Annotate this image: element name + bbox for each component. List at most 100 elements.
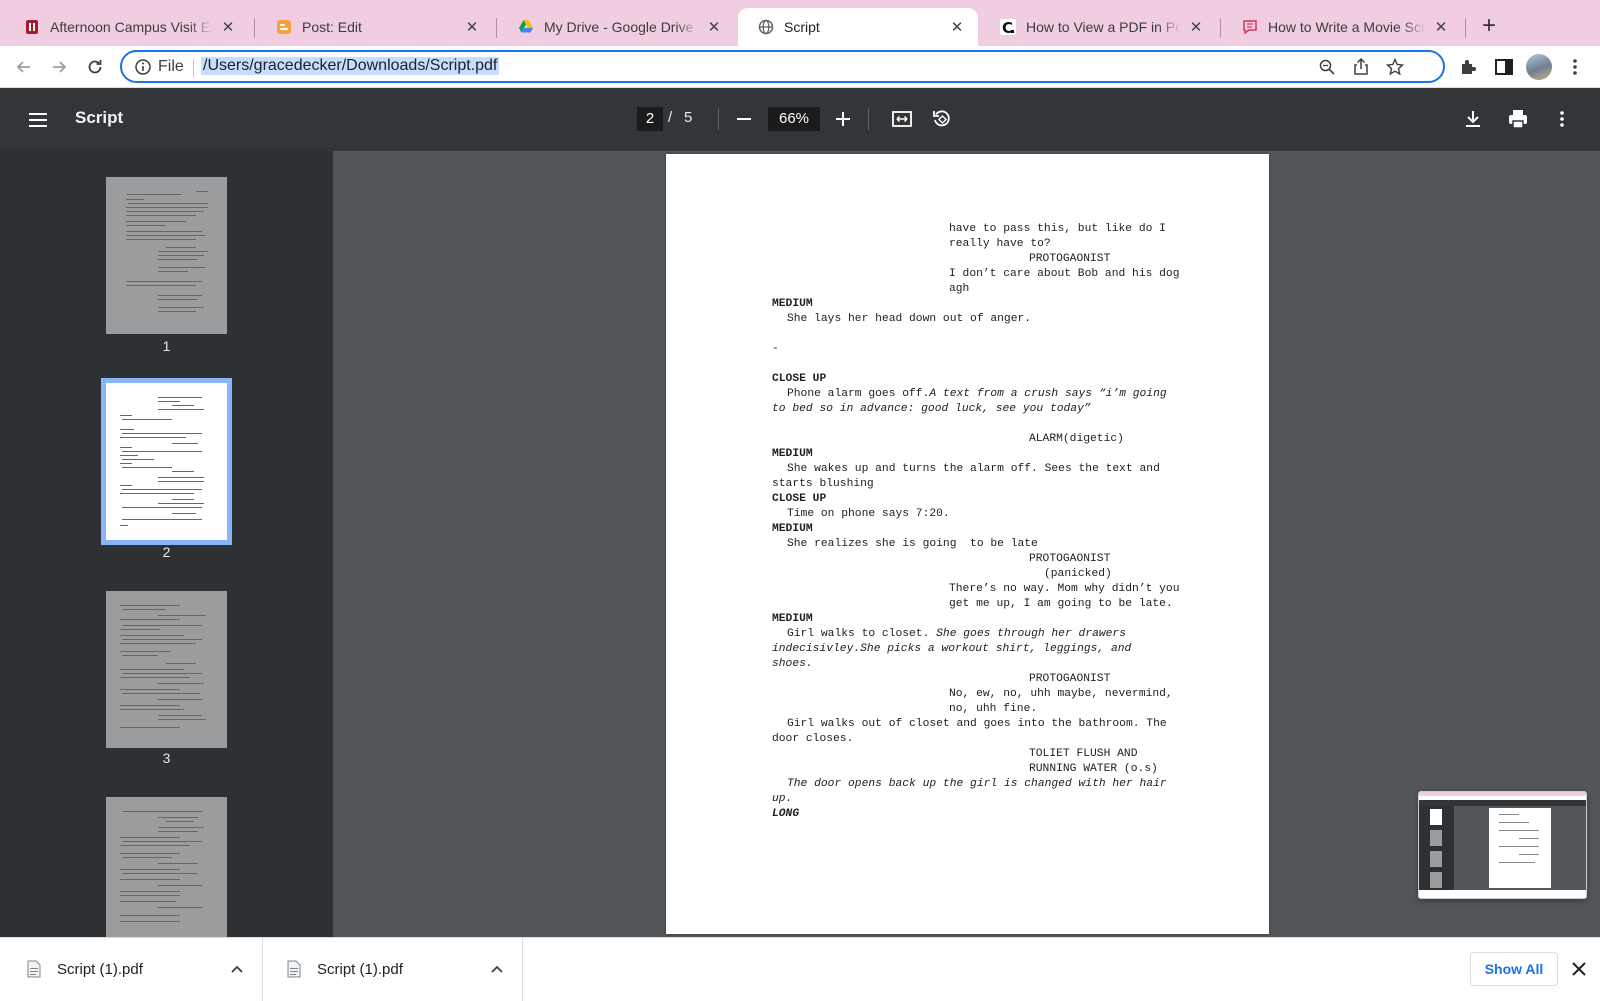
script-dialogue: There’s no way. Mom why didn’t you [949,583,1180,595]
script-dialogue: I don’t care about Bob and his dog [949,268,1180,280]
show-all-downloads-button[interactable]: Show All [1470,952,1558,986]
script-dialogue: no, uhh fine. [949,703,1038,715]
side-panel-icon[interactable] [1493,56,1515,78]
script-shot-heading: CLOSE UP [772,493,827,505]
zoom-magnifier-icon[interactable] [1318,58,1336,76]
script-shot-heading: MEDIUM [772,298,813,310]
download-icon[interactable] [1462,108,1484,130]
download-item[interactable]: Script (1).pdf [3,938,263,1001]
bookmark-star-icon[interactable] [1386,58,1404,76]
rotate-counterclockwise-icon[interactable] [931,108,953,130]
chevron-up-icon[interactable] [229,961,245,977]
script-dialogue: have to pass this, but like do I [949,223,1166,235]
screenshot-preview-thumbnail[interactable] [1418,791,1587,899]
tab-title: Afternoon Campus Visit Exp [50,19,213,35]
close-icon[interactable]: ✕ [219,18,237,36]
script-action: Phone alarm goes off.A text from a crush… [787,388,1167,400]
script-action: The door opens back up the girl is chang… [787,778,1167,790]
url-scheme-label: File [158,58,184,75]
more-vertical-icon[interactable] [1564,56,1586,78]
back-button[interactable] [12,55,36,79]
university-favicon-icon [24,19,40,35]
zoom-in-icon[interactable] [832,108,854,130]
total-pages: 5 [684,109,693,126]
more-options-icon[interactable] [1551,108,1573,130]
new-tab-button[interactable]: + [1476,14,1502,40]
zoom-level-input[interactable]: 66% [768,107,820,131]
fit-to-page-icon[interactable] [891,108,913,130]
script-sound-cue: TOLIET FLUSH AND [1029,748,1138,760]
script-action: starts blushing [772,478,874,490]
tab-title: How to View a PDF in Powe [1026,19,1181,35]
tab-campus-visit[interactable]: Afternoon Campus Visit Exp ✕ [4,8,249,46]
tab-script[interactable]: Script ✕ [738,8,978,46]
close-icon[interactable]: ✕ [1187,18,1205,36]
script-character: PROTOGAONIST [1029,553,1111,565]
toolbar-divider [718,108,719,130]
tab-title: Script [784,19,820,35]
download-file-name: Script (1).pdf [317,961,403,978]
pdf-viewer[interactable]: have to pass this, but like do I really … [333,151,1600,937]
close-icon[interactable]: ✕ [1432,18,1450,36]
download-item[interactable]: Script (1).pdf [263,938,523,1001]
tab-divider [1220,18,1221,38]
tab-google-drive[interactable]: My Drive - Google Drive ✕ [498,8,735,46]
zoom-out-icon[interactable] [733,108,755,130]
script-shot-heading: MEDIUM [772,613,813,625]
close-icon[interactable] [1570,960,1588,978]
script-dialogue: really have to? [949,238,1051,250]
back-arrow-icon [16,61,30,73]
pdf-toolbar: Script 2 / 5 66% [0,88,1600,151]
script-action: Time on phone says 7:20. [787,508,950,520]
page-thumbnail-4[interactable] [106,797,227,937]
extensions-puzzle-icon[interactable] [1458,56,1480,78]
script-action: She realizes she is going to be late [787,538,1038,550]
reload-button[interactable] [83,55,107,79]
tab-title: My Drive - Google Drive [544,19,694,35]
info-icon[interactable] [134,58,152,76]
page-number-input[interactable]: 2 [637,107,663,131]
page-separator: / [668,109,673,126]
script-transition: - [772,343,779,355]
close-icon[interactable]: ✕ [948,18,966,36]
tab-strip: Afternoon Campus Visit Exp ✕ Post: Edit … [0,0,1600,46]
close-icon[interactable]: ✕ [463,18,481,36]
thumbnail-label: 3 [162,750,171,766]
tab-view-pdf[interactable]: C How to View a PDF in Powe ✕ [980,8,1217,46]
globe-favicon-icon [758,19,774,35]
page-thumbnail-2[interactable] [101,378,232,545]
pdf-file-icon [27,960,41,978]
share-icon[interactable] [1352,58,1370,76]
script-sound-cue: ALARM(digetic) [1029,433,1124,445]
omnibox-divider [193,59,194,77]
script-parenthetical: (panicked) [1044,568,1112,580]
browser-toolbar: File /Users/gracedecker/Downloads/Script… [0,46,1600,88]
page-thumbnail-1[interactable] [106,177,227,334]
profile-avatar[interactable] [1526,54,1552,80]
tab-divider [496,18,497,38]
tab-divider [254,18,255,38]
blogger-favicon-icon [276,19,292,35]
hamburger-menu-icon[interactable] [26,108,50,132]
tab-title: Post: Edit [302,19,362,35]
script-action: door closes. [772,733,854,745]
toolbar-divider [868,108,869,130]
print-icon[interactable] [1507,108,1529,130]
tab-divider [1465,18,1466,38]
forward-button[interactable] [47,55,71,79]
download-shelf: Script (1).pdf Script (1).pdf Show All [0,937,1600,1001]
pdf-page-2: have to pass this, but like do I really … [666,154,1269,934]
url-text[interactable]: /Users/gracedecker/Downloads/Script.pdf [201,57,500,75]
script-action: She wakes up and turns the alarm off. Se… [787,463,1160,475]
tab-movie-script[interactable]: How to Write a Movie Scrip ✕ [1222,8,1462,46]
page-thumbnail-3[interactable] [106,591,227,748]
script-shot-heading: CLOSE UP [772,373,827,385]
thumbnail-sidebar: 1 2 3 [0,151,333,937]
script-action: to bed so in advance: good luck, see you… [772,403,1091,415]
thumbnail-label: 1 [162,338,171,354]
preview-image [1419,792,1586,898]
close-icon[interactable]: ✕ [705,18,723,36]
chevron-up-icon[interactable] [489,961,505,977]
address-bar[interactable]: File /Users/gracedecker/Downloads/Script… [120,50,1445,83]
tab-post-edit[interactable]: Post: Edit ✕ [256,8,493,46]
